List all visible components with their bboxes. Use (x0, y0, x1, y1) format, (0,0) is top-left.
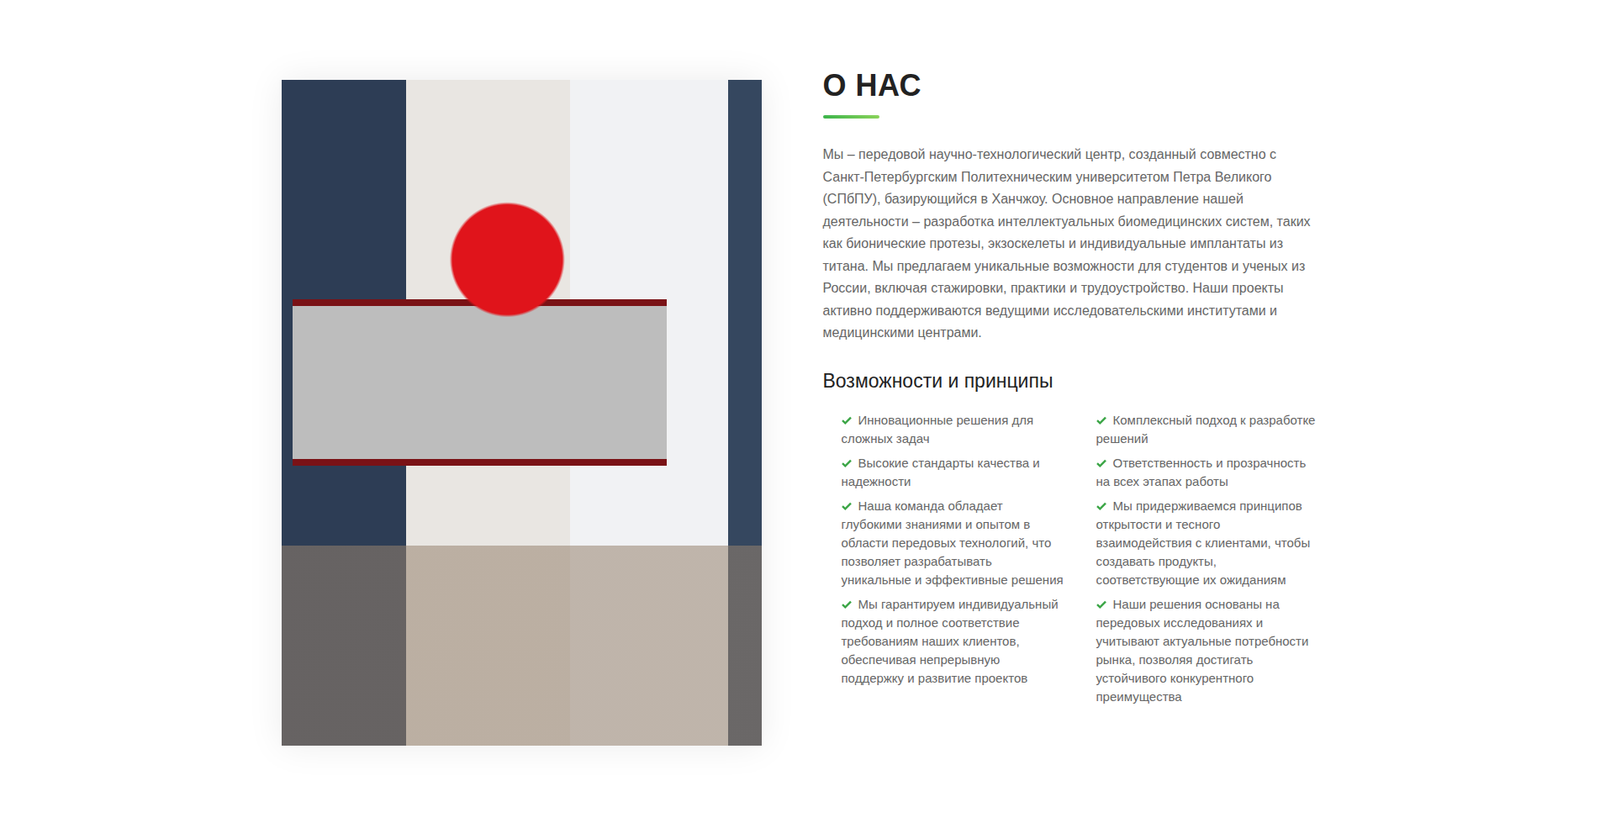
check-icon (1096, 501, 1107, 511)
about-description: Мы – передовой научно-технологический це… (823, 143, 1320, 345)
principle-item: Мы придерживаемся принципов открытости и… (1096, 496, 1320, 590)
principle-item: Наша команда обладает глубокими знаниями… (841, 496, 1065, 590)
principle-text: Инновационные решения для сложных задач (841, 412, 1035, 446)
title-underline (823, 115, 880, 119)
principle-text: Мы придерживаемся принципов открытости и… (1096, 498, 1311, 587)
principle-text: Высокие стандарты качества и надежности (841, 455, 1041, 489)
check-icon (841, 600, 852, 609)
about-title: О НАС (823, 67, 1320, 104)
principles-list: Инновационные решения для сложных задач В… (823, 411, 1320, 707)
principle-item: Инновационные решения для сложных задач (841, 411, 1065, 449)
principle-text: Наши решения основаны на передовых иссле… (1096, 596, 1310, 704)
principle-item: Высокие стандарты качества и надежности (841, 454, 1065, 492)
principle-item: Наши решения основаны на передовых иссле… (1096, 595, 1320, 707)
check-icon (1096, 416, 1107, 425)
check-icon (841, 416, 852, 425)
principles-title: Возможности и принципы (823, 369, 1320, 394)
principle-text: Ответственность и прозрачность на всех э… (1096, 455, 1307, 489)
principle-item: Комплексный подход к разработке решений (1096, 411, 1320, 449)
principle-text: Мы гарантируем индивидуальный подход и п… (841, 596, 1059, 686)
check-icon (841, 501, 852, 511)
center-photo (281, 79, 762, 746)
about-section: О НАС Мы – передовой научно-технологическ… (823, 67, 1320, 707)
check-icon (1096, 459, 1107, 468)
principle-text: Наша команда обладает глубокими знаниями… (841, 498, 1064, 587)
principle-text: Комплексный подход к разработке решений (1096, 412, 1316, 446)
principle-item: Мы гарантируем индивидуальный подход и п… (841, 595, 1065, 707)
check-icon (841, 459, 852, 468)
check-icon (1096, 600, 1107, 609)
principle-item: Ответственность и прозрачность на всех э… (1096, 454, 1320, 492)
